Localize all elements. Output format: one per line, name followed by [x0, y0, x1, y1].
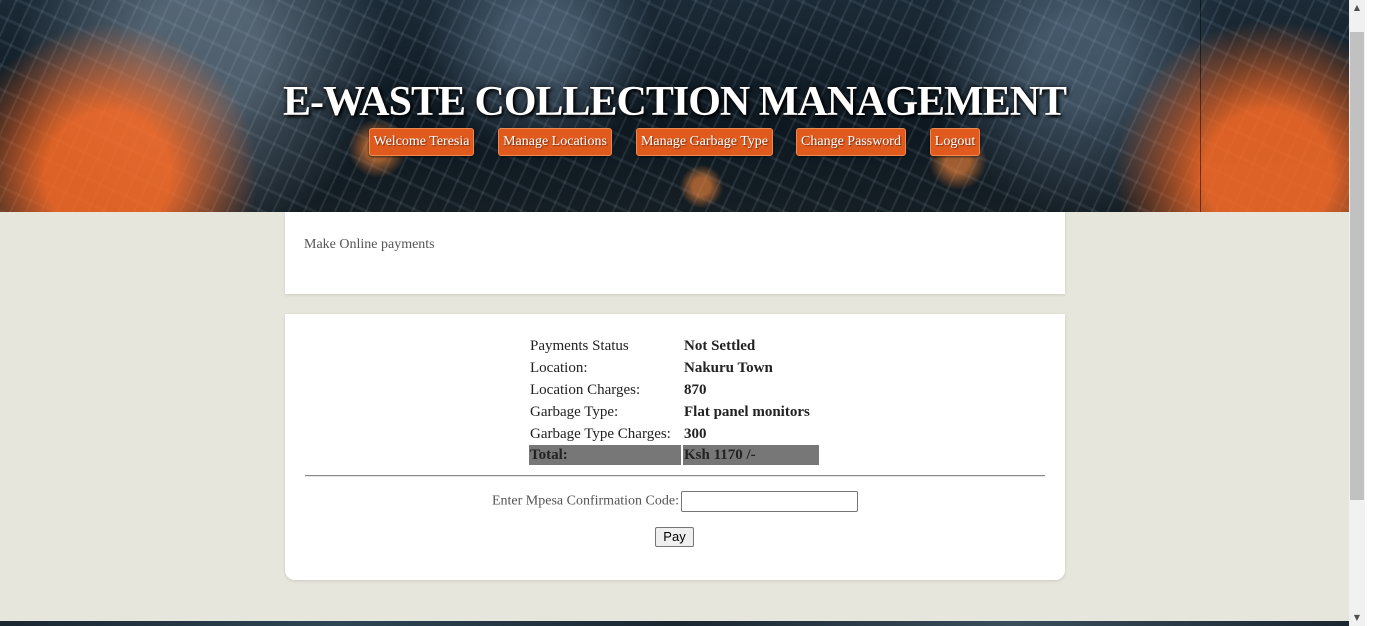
window-gutter	[1365, 0, 1397, 626]
summary-value: 300	[684, 425, 707, 442]
summary-value: Not Settled	[684, 337, 756, 354]
nav-logout[interactable]: Logout	[930, 128, 980, 156]
nav-manage-locations[interactable]: Manage Locations	[498, 128, 612, 156]
header-banner: E-WASTE COLLECTION MANAGEMENT Welcome Te…	[0, 0, 1349, 212]
scroll-down-icon[interactable]: ▼	[1349, 610, 1365, 626]
summary-total-row: Total: Ksh 1170 /-	[529, 445, 819, 465]
summary-value: Nakuru Town	[684, 359, 773, 376]
intro-card: Make Online payments	[285, 212, 1065, 294]
total-value: Ksh 1170 /-	[683, 445, 819, 465]
mpesa-code-row: Enter Mpesa Confirmation Code:	[285, 491, 1065, 512]
summary-label: Payments Status	[530, 337, 629, 354]
payment-summary-table: Payments Status Not Settled Location: Na…	[527, 335, 821, 465]
scroll-up-icon[interactable]: ▲	[1349, 0, 1365, 16]
summary-row: Garbage Type: Flat panel monitors	[529, 401, 819, 423]
summary-row: Payments Status Not Settled	[529, 335, 819, 357]
mpesa-code-label: Enter Mpesa Confirmation Code:	[491, 493, 680, 509]
site-title: E-WASTE COLLECTION MANAGEMENT	[282, 79, 1067, 125]
summary-label: Garbage Type Charges:	[530, 425, 671, 442]
summary-value: 870	[684, 381, 707, 398]
summary-value: Flat panel monitors	[684, 403, 810, 420]
mpesa-code-input[interactable]	[681, 491, 859, 512]
nav-change-password[interactable]: Change Password	[796, 128, 906, 156]
footer-banner-strip	[0, 621, 1349, 626]
summary-label: Location:	[530, 359, 588, 376]
summary-label: Garbage Type:	[530, 403, 619, 420]
nav-manage-garbage-type[interactable]: Manage Garbage Type	[636, 128, 773, 156]
summary-row: Location: Nakuru Town	[529, 357, 819, 379]
total-label: Total:	[529, 445, 681, 465]
nav-welcome-user[interactable]: Welcome Teresia	[369, 128, 474, 156]
divider	[305, 475, 1045, 477]
intro-text: Make Online payments	[304, 237, 435, 252]
main-nav: Welcome Teresia Manage Locations Manage …	[0, 128, 1349, 158]
payment-card: Payments Status Not Settled Location: Na…	[285, 314, 1065, 580]
summary-row: Garbage Type Charges: 300	[529, 423, 819, 445]
pay-button[interactable]: Pay	[655, 527, 694, 547]
page-scrollbar[interactable]: ▲ ▼	[1349, 0, 1365, 626]
summary-label: Location Charges:	[530, 381, 641, 398]
summary-row: Location Charges: 870	[529, 379, 819, 401]
scrollbar-thumb[interactable]	[1350, 32, 1364, 500]
